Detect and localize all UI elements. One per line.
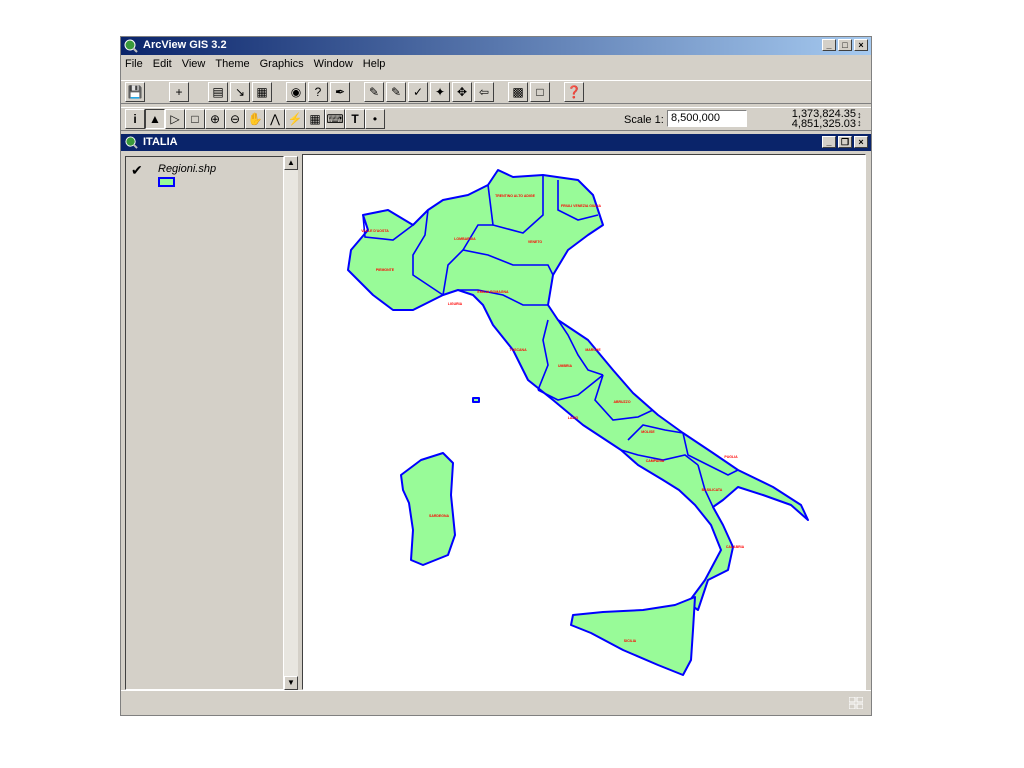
- region-label-marche: MARCHE: [585, 348, 601, 352]
- arcview-globe-icon: [124, 39, 138, 53]
- add-theme-icon[interactable]: +: [169, 82, 189, 102]
- table-of-contents: ✔ Regioni.shp: [125, 156, 284, 690]
- close-button[interactable]: ×: [854, 39, 868, 51]
- sicily: [570, 596, 696, 676]
- draw-point-icon[interactable]: •: [365, 109, 385, 129]
- zoom-active-themes-icon[interactable]: ✎: [386, 82, 406, 102]
- region-label-abruzzo: ABRUZZO: [613, 400, 630, 404]
- zoom-out-fixed-icon[interactable]: ✥: [452, 82, 472, 102]
- view-titlebar[interactable]: ITALIA _ ❐ ×: [121, 134, 871, 151]
- identify-icon[interactable]: i: [125, 109, 145, 129]
- view-globe-icon: [125, 136, 138, 149]
- menu-graphics[interactable]: Graphics: [256, 56, 310, 73]
- select-features-icon[interactable]: ▩: [508, 82, 528, 102]
- coord-y: 4,851,325.03: [791, 118, 856, 130]
- help-icon[interactable]: ❓: [564, 82, 584, 102]
- region-label-campania: CAMPANIA: [646, 459, 665, 463]
- menu-file[interactable]: File: [121, 56, 149, 73]
- region-label-lazio: LAZIO: [568, 416, 579, 420]
- clear-selection-icon[interactable]: □: [530, 82, 550, 102]
- view-close-button[interactable]: ×: [854, 136, 868, 148]
- scroll-down-icon[interactable]: ▼: [284, 676, 298, 690]
- theme-visibility-checkbox[interactable]: ✔: [131, 162, 143, 179]
- coordinate-readout: 1,373,824.35 4,851,325.03: [761, 109, 856, 130]
- region-label-basilicata: BASILICATA: [702, 488, 723, 492]
- pan-icon[interactable]: ✋: [245, 109, 265, 129]
- menu-theme[interactable]: Theme: [211, 56, 255, 73]
- vertex-edit-icon[interactable]: ▷: [165, 109, 185, 129]
- zoom-full-extent-icon[interactable]: ✎: [364, 82, 384, 102]
- tool-bar: i ▲ ▷ □ ⊕ ⊖ ✋ ⋀ ⚡ ▦ ⌨ T • Scale 1: 8,500…: [121, 107, 871, 131]
- resize-grip-icon[interactable]: [849, 697, 863, 709]
- status-bar: [121, 690, 871, 715]
- region-label-emilia: EMILIA ROMAGNA: [477, 290, 509, 294]
- italy-map[interactable]: TRENTINO ALTO ADIGE FRIULI VENEZIA GIULI…: [303, 155, 865, 689]
- save-icon[interactable]: 💾: [125, 82, 145, 102]
- text-tool-icon[interactable]: T: [345, 109, 365, 129]
- view-minimize-button[interactable]: _: [822, 136, 836, 148]
- map-display[interactable]: TRENTINO ALTO ADIGE FRIULI VENEZIA GIULI…: [302, 154, 866, 690]
- app-title: ArcView GIS 3.2: [143, 39, 227, 51]
- pointer-icon[interactable]: ▲: [145, 109, 165, 129]
- menu-edit[interactable]: Edit: [149, 56, 178, 73]
- region-label-toscana: TOSCANA: [509, 348, 527, 352]
- open-table-icon[interactable]: ▦: [252, 82, 272, 102]
- measure-icon[interactable]: ⋀: [265, 109, 285, 129]
- legend-swatch[interactable]: [158, 177, 175, 187]
- app-titlebar[interactable]: ArcView GIS 3.2 _ □ ×: [121, 37, 871, 55]
- region-label-trentino: TRENTINO ALTO ADIGE: [495, 194, 536, 198]
- zoom-out-icon[interactable]: ⊖: [225, 109, 245, 129]
- find-icon[interactable]: ◉: [286, 82, 306, 102]
- view-restore-button[interactable]: ❐: [838, 136, 852, 148]
- toc-scrollbar[interactable]: ▲ ▼: [284, 156, 298, 690]
- label-icon[interactable]: ⌨: [325, 109, 345, 129]
- region-label-molise: MOLISE: [641, 430, 655, 434]
- region-label-veneto: VENETO: [528, 240, 543, 244]
- menu-window[interactable]: Window: [310, 56, 359, 73]
- region-label-umbria: UMBRIA: [558, 364, 572, 368]
- elba: [472, 397, 480, 403]
- menu-help[interactable]: Help: [359, 56, 392, 73]
- region-label-sicilia: SICILIA: [624, 639, 637, 643]
- sardinia: [400, 452, 456, 566]
- zoom-in-icon[interactable]: ⊕: [205, 109, 225, 129]
- query-builder-icon[interactable]: ✒: [330, 82, 350, 102]
- region-label-aosta: VALLE D'AOSTA: [361, 229, 389, 233]
- region-label-puglia: PUGLIA: [724, 455, 738, 459]
- zoom-previous-icon[interactable]: ⇦: [474, 82, 494, 102]
- theme-properties-icon[interactable]: ▤: [208, 82, 228, 102]
- region-label-liguria: LIGURIA: [448, 302, 463, 306]
- region-label-piemonte: PIEMONTE: [376, 268, 395, 272]
- menu-bar: File Edit View Theme Graphics Window Hel…: [121, 56, 871, 73]
- scroll-up-icon[interactable]: ▲: [284, 156, 298, 170]
- arcview-window: ArcView GIS 3.2 _ □ × File Edit View The…: [120, 36, 872, 716]
- region-label-friuli: FRIULI VENEZIA GIULIA: [561, 204, 602, 208]
- coordinate-arrows-icon: ↕ ↕: [857, 110, 862, 128]
- theme-name[interactable]: Regioni.shp: [158, 163, 216, 175]
- area-of-interest-icon[interactable]: ▦: [305, 109, 325, 129]
- select-feature-icon[interactable]: □: [185, 109, 205, 129]
- region-label-calabria: CALABRIA: [726, 545, 745, 549]
- menu-view[interactable]: View: [178, 56, 212, 73]
- scale-input[interactable]: 8,500,000: [667, 110, 747, 127]
- maximize-button[interactable]: □: [838, 39, 852, 51]
- zoom-selected-icon[interactable]: ✓: [408, 82, 428, 102]
- region-label-sardegna: SARDEGNA: [429, 514, 450, 518]
- region-label-lombardia: LOMBARDIA: [454, 237, 476, 241]
- button-bar: 💾 + ▤ ↘ ▦ ◉ ? ✒ ✎ ✎ ✓ ✦ ✥ ⇦ ▩ □ ❓: [121, 80, 871, 104]
- zoom-in-fixed-icon[interactable]: ✦: [430, 82, 450, 102]
- minimize-button[interactable]: _: [822, 39, 836, 51]
- locate-address-icon[interactable]: ?: [308, 82, 328, 102]
- hot-link-icon[interactable]: ⚡: [285, 109, 305, 129]
- view-title: ITALIA: [143, 136, 178, 148]
- edit-legend-icon[interactable]: ↘: [230, 82, 250, 102]
- scale-label: Scale 1:: [624, 114, 664, 126]
